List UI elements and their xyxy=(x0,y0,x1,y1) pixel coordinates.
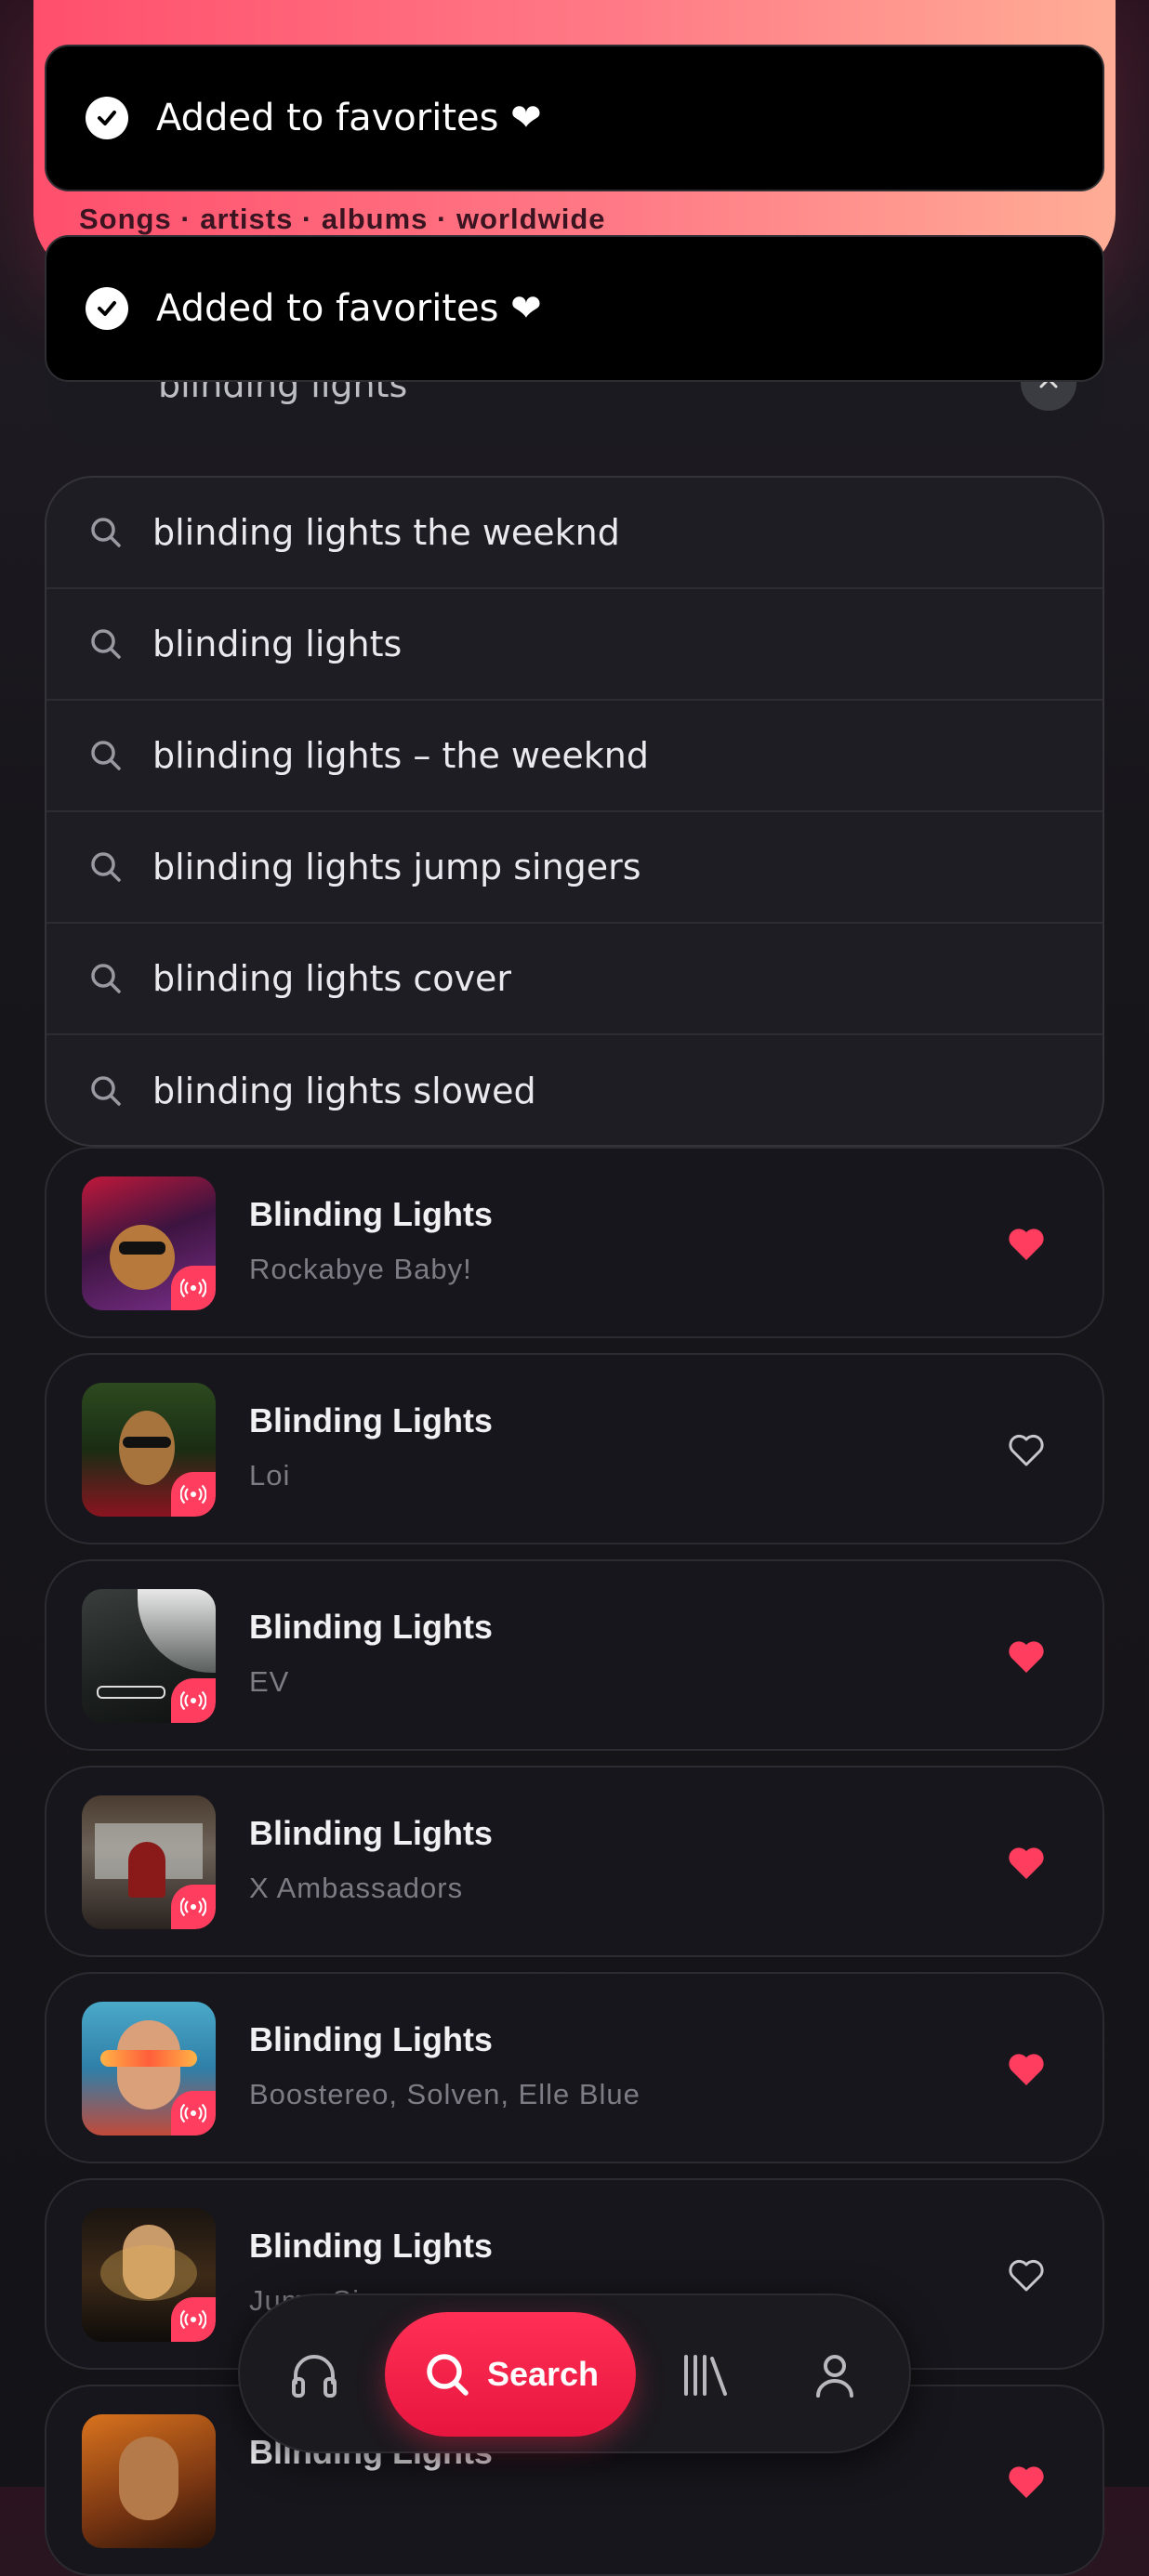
suggestion-text: blinding lights slowed xyxy=(152,1071,536,1111)
track-artist: Loi xyxy=(249,1459,291,1492)
heart-filled-icon[interactable] xyxy=(1004,1634,1049,1678)
track-artist: Boostereo, Solven, Elle Blue xyxy=(249,2078,641,2110)
live-broadcast-icon xyxy=(171,1266,216,1310)
check-icon xyxy=(86,287,128,330)
heart-filled-icon[interactable] xyxy=(1004,2046,1049,2091)
check-icon xyxy=(86,97,128,139)
album-art xyxy=(82,2002,216,2136)
bottom-navigation: Search xyxy=(238,2293,911,2453)
album-art xyxy=(82,1589,216,1723)
track-title: Blinding Lights xyxy=(249,1195,493,1233)
track-title: Blinding Lights xyxy=(249,1814,493,1852)
search-icon xyxy=(87,735,128,776)
suggestion-item[interactable]: blinding lights slowed xyxy=(46,1035,1103,1145)
album-art xyxy=(82,2414,216,2548)
toast-notification: Added to favorites ❤ xyxy=(45,45,1104,191)
heart-filled-icon[interactable] xyxy=(1004,2459,1049,2504)
result-card[interactable]: Blinding Lights EV xyxy=(45,1559,1104,1751)
suggestion-text: blinding lights – the weeknd xyxy=(152,735,649,776)
toast-message: Added to favorites ❤ xyxy=(156,97,542,139)
search-icon xyxy=(87,958,128,999)
track-title: Blinding Lights xyxy=(249,2020,493,2058)
heart-filled-icon[interactable] xyxy=(1004,1221,1049,1266)
album-art xyxy=(82,1795,216,1929)
live-broadcast-icon xyxy=(171,1678,216,1723)
suggestion-item[interactable]: blinding lights cover xyxy=(46,924,1103,1035)
track-title: Blinding Lights xyxy=(249,1608,493,1646)
search-tab-label: Search xyxy=(486,2355,600,2393)
suggestion-text: blinding lights xyxy=(152,624,403,664)
result-card[interactable]: Blinding Lights Loi xyxy=(45,1353,1104,1544)
search-suggestions: blinding lights the weeknd blinding ligh… xyxy=(45,476,1104,1147)
heart-outline-icon[interactable] xyxy=(1004,2253,1049,2297)
library-icon[interactable] xyxy=(677,2347,733,2403)
result-card[interactable]: Blinding Lights X Ambassadors xyxy=(45,1766,1104,1957)
track-title: Blinding Lights xyxy=(249,1401,493,1439)
track-artist: Rockabye Baby! xyxy=(249,1253,472,1285)
live-broadcast-icon xyxy=(171,1472,216,1517)
suggestion-text: blinding lights jump singers xyxy=(152,847,641,887)
heart-outline-icon[interactable] xyxy=(1004,1427,1049,1472)
result-card[interactable]: Blinding Lights Rockabye Baby! xyxy=(45,1147,1104,1338)
suggestion-item[interactable]: blinding lights – the weeknd xyxy=(46,701,1103,812)
album-art xyxy=(82,1383,216,1517)
search-tab[interactable]: Search xyxy=(385,2312,636,2437)
result-card[interactable]: Blinding Lights Boostereo, Solven, Elle … xyxy=(45,1972,1104,2163)
suggestion-item[interactable]: blinding lights the weeknd xyxy=(46,478,1103,589)
search-icon xyxy=(87,512,128,553)
suggestion-text: blinding lights cover xyxy=(152,958,512,999)
album-art xyxy=(82,1176,216,1310)
suggestion-item[interactable]: blinding lights xyxy=(46,589,1103,701)
search-icon xyxy=(87,1071,128,1111)
album-art xyxy=(82,2208,216,2342)
toast-notification: Added to favorites ❤ xyxy=(45,235,1104,382)
live-broadcast-icon xyxy=(171,2297,216,2342)
suggestion-text: blinding lights the weeknd xyxy=(152,512,620,553)
profile-icon[interactable] xyxy=(807,2347,863,2403)
track-title: Blinding Lights xyxy=(249,2227,493,2265)
live-broadcast-icon xyxy=(171,2091,216,2136)
toast-message: Added to favorites ❤ xyxy=(156,287,542,330)
search-icon xyxy=(427,2354,469,2396)
search-icon xyxy=(87,847,128,887)
header-subtitle: Songs · artists · albums · worldwide xyxy=(79,203,606,235)
live-broadcast-icon xyxy=(171,1885,216,1929)
search-icon xyxy=(87,624,128,664)
suggestion-item[interactable]: blinding lights jump singers xyxy=(46,812,1103,924)
track-artist: X Ambassadors xyxy=(249,1872,464,1904)
track-artist: EV xyxy=(249,1665,290,1698)
headphones-icon[interactable] xyxy=(286,2347,342,2403)
heart-filled-icon[interactable] xyxy=(1004,1840,1049,1885)
